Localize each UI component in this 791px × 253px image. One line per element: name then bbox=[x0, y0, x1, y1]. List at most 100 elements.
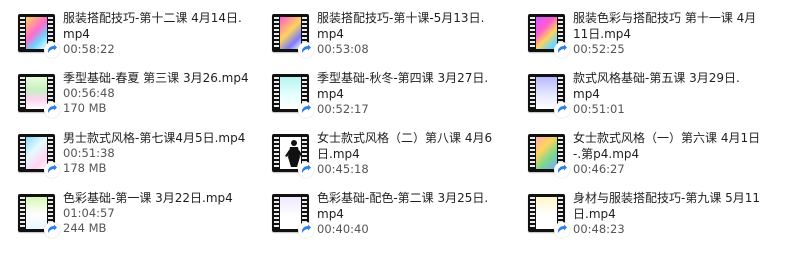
file-meta: 季型基础-秋冬-第四课 3月27日. mp4 00:52:17 bbox=[317, 70, 522, 117]
file-tile[interactable]: 女士款式风格（一）第六课 4月1日 -.第p4.mp4 00:46:27 bbox=[528, 130, 778, 192]
video-thumbnail[interactable] bbox=[18, 14, 60, 58]
video-frame bbox=[280, 77, 301, 109]
file-size: 244 MB bbox=[63, 221, 107, 235]
file-name-line-2: 日.mp4 bbox=[317, 147, 360, 161]
shortcut-overlay-icon bbox=[44, 162, 60, 178]
file-name-line-2: mp4 bbox=[317, 207, 344, 221]
file-duration: 01:04:57 bbox=[63, 206, 115, 220]
film-strip-left bbox=[274, 77, 279, 109]
file-tile[interactable]: 服装搭配技巧-第十二课 4月14日. mp4 00:58:22 bbox=[18, 10, 268, 72]
file-name: 身材与服装搭配技巧-第九课 5月11 日.mp4 bbox=[573, 190, 778, 222]
file-duration: 00:40:40 bbox=[317, 222, 369, 236]
film-strip-left bbox=[530, 197, 535, 229]
video-thumbnail[interactable] bbox=[18, 194, 60, 238]
video-frame bbox=[280, 197, 301, 229]
film-strip-left bbox=[274, 197, 279, 229]
file-name: 服装色彩与搭配技巧 第十一课 4月 11日.mp4 bbox=[573, 10, 778, 42]
file-duration: 00:48:23 bbox=[573, 222, 625, 236]
file-meta: 女士款式风格（二）第八课 4月6 日.mp4 00:45:18 bbox=[317, 130, 522, 177]
shortcut-overlay-icon bbox=[44, 42, 60, 58]
file-meta: 身材与服装搭配技巧-第九课 5月11 日.mp4 00:48:23 bbox=[573, 190, 778, 237]
film-strip-left bbox=[274, 137, 279, 169]
video-thumbnail[interactable] bbox=[272, 194, 314, 238]
shortcut-overlay-icon bbox=[554, 102, 570, 118]
file-name-line-1: 色彩基础-第一课 3月22日.mp4 bbox=[63, 191, 233, 205]
file-tile[interactable]: 色彩基础-第一课 3月22日.mp4 01:04:57 244 MB bbox=[18, 190, 268, 252]
shortcut-overlay-icon bbox=[554, 42, 570, 58]
file-meta: 服装搭配技巧-第十课-5月13日. mp4 00:53:08 bbox=[317, 10, 522, 57]
silhouette-figure bbox=[285, 140, 301, 167]
file-tile[interactable]: 色彩基础-配色-第二课 3月25日. mp4 00:40:40 bbox=[272, 190, 522, 252]
file-meta: 色彩基础-第一课 3月22日.mp4 01:04:57 244 MB bbox=[63, 190, 268, 236]
video-frame bbox=[26, 197, 47, 229]
video-thumbnail[interactable] bbox=[272, 74, 314, 118]
video-frame bbox=[280, 137, 301, 169]
shortcut-overlay-icon bbox=[554, 222, 570, 238]
file-name-line-1: 女士款式风格（一）第六课 4月1日 bbox=[573, 131, 761, 145]
file-meta: 款式风格基础-第五课 3月29日. mp4 00:51:01 bbox=[573, 70, 778, 117]
video-thumbnail[interactable] bbox=[18, 134, 60, 178]
film-strip-left bbox=[274, 17, 279, 49]
file-tile[interactable]: 身材与服装搭配技巧-第九课 5月11 日.mp4 00:48:23 bbox=[528, 190, 778, 252]
file-name-line-2: mp4 bbox=[63, 27, 90, 41]
file-name-line-2: mp4 bbox=[317, 27, 344, 41]
film-strip-left bbox=[530, 17, 535, 49]
film-strip-left bbox=[20, 17, 25, 49]
shortcut-overlay-icon bbox=[298, 102, 314, 118]
video-thumbnail[interactable] bbox=[528, 14, 570, 58]
film-strip-left bbox=[20, 197, 25, 229]
shortcut-overlay-icon bbox=[298, 162, 314, 178]
film-strip-left bbox=[530, 77, 535, 109]
file-tile[interactable]: 男士款式风格-第七课4月5日.mp4 00:51:38 178 MB bbox=[18, 130, 268, 192]
shortcut-overlay-icon bbox=[554, 162, 570, 178]
file-size: 170 MB bbox=[63, 101, 107, 115]
file-name: 款式风格基础-第五课 3月29日. mp4 bbox=[573, 70, 778, 102]
file-duration: 00:52:25 bbox=[573, 42, 625, 56]
file-tile[interactable]: 女士款式风格（二）第八课 4月6 日.mp4 00:45:18 bbox=[272, 130, 522, 192]
file-name: 季型基础-春夏 第三课 3月26.mp4 bbox=[63, 70, 268, 86]
file-meta: 色彩基础-配色-第二课 3月25日. mp4 00:40:40 bbox=[317, 190, 522, 237]
file-meta: 服装搭配技巧-第十二课 4月14日. mp4 00:58:22 bbox=[63, 10, 268, 57]
file-name-line-2: mp4 bbox=[573, 87, 600, 101]
video-thumbnail[interactable] bbox=[528, 194, 570, 238]
file-name-line-2: mp4 bbox=[317, 87, 344, 101]
file-tile[interactable]: 服装色彩与搭配技巧 第十一课 4月 11日.mp4 00:52:25 bbox=[528, 10, 778, 72]
video-frame bbox=[26, 77, 47, 109]
file-name-line-1: 男士款式风格-第七课4月5日.mp4 bbox=[63, 131, 246, 145]
file-meta: 女士款式风格（一）第六课 4月1日 -.第p4.mp4 00:46:27 bbox=[573, 130, 778, 177]
file-name: 色彩基础-配色-第二课 3月25日. mp4 bbox=[317, 190, 522, 222]
video-thumbnail[interactable] bbox=[18, 74, 60, 118]
file-tile[interactable]: 款式风格基础-第五课 3月29日. mp4 00:51:01 bbox=[528, 70, 778, 132]
video-frame bbox=[26, 17, 47, 49]
video-frame bbox=[536, 137, 557, 169]
video-frame bbox=[536, 17, 557, 49]
film-strip-left bbox=[530, 137, 535, 169]
video-thumbnail[interactable] bbox=[528, 134, 570, 178]
film-strip-left bbox=[20, 137, 25, 169]
file-duration: 00:51:38 bbox=[63, 146, 115, 160]
video-frame bbox=[536, 197, 557, 229]
file-meta: 季型基础-春夏 第三课 3月26.mp4 00:56:48 170 MB bbox=[63, 70, 268, 116]
file-tile[interactable]: 季型基础-秋冬-第四课 3月27日. mp4 00:52:17 bbox=[272, 70, 522, 132]
file-tile[interactable]: 服装搭配技巧-第十课-5月13日. mp4 00:53:08 bbox=[272, 10, 522, 72]
video-thumbnail[interactable] bbox=[272, 134, 314, 178]
file-duration: 00:58:22 bbox=[63, 42, 115, 56]
file-duration: 00:53:08 bbox=[317, 42, 369, 56]
file-name: 服装搭配技巧-第十课-5月13日. mp4 bbox=[317, 10, 522, 42]
file-name-line-1: 季型基础-秋冬-第四课 3月27日. bbox=[317, 71, 489, 85]
file-tile[interactable]: 季型基础-春夏 第三课 3月26.mp4 00:56:48 170 MB bbox=[18, 70, 268, 132]
file-name-line-1: 女士款式风格（二）第八课 4月6 bbox=[317, 131, 493, 145]
video-frame bbox=[280, 17, 301, 49]
shortcut-overlay-icon bbox=[298, 42, 314, 58]
shortcut-overlay-icon bbox=[44, 222, 60, 238]
file-duration: 00:51:01 bbox=[573, 102, 625, 116]
video-thumbnail[interactable] bbox=[272, 14, 314, 58]
file-duration: 00:46:27 bbox=[573, 162, 625, 176]
file-duration: 00:52:17 bbox=[317, 102, 369, 116]
file-name: 女士款式风格（一）第六课 4月1日 -.第p4.mp4 bbox=[573, 130, 778, 162]
file-name-line-1: 季型基础-春夏 第三课 3月26.mp4 bbox=[63, 71, 249, 85]
file-name-line-1: 服装色彩与搭配技巧 第十一课 4月 bbox=[573, 11, 757, 25]
video-thumbnail[interactable] bbox=[528, 74, 570, 118]
file-meta: 服装色彩与搭配技巧 第十一课 4月 11日.mp4 00:52:25 bbox=[573, 10, 778, 57]
video-frame bbox=[26, 137, 47, 169]
